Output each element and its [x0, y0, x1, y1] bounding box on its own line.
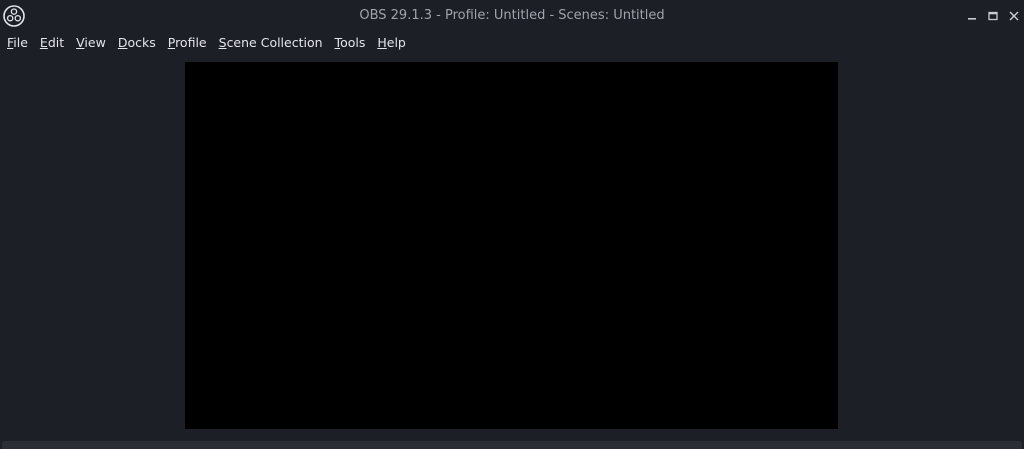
menu-tools[interactable]: Tools: [329, 32, 372, 53]
menu-label: elp: [386, 35, 406, 50]
window-title: OBS 29.1.3 - Profile: Untitled - Scenes:…: [359, 8, 665, 23]
title-bar[interactable]: OBS 29.1.3 - Profile: Untitled - Scenes:…: [0, 0, 1024, 32]
menu-mnemonic: H: [377, 35, 387, 50]
dock-splitter[interactable]: [2, 441, 1022, 449]
maximize-icon: [987, 11, 998, 21]
maximize-button[interactable]: [982, 0, 1003, 32]
menu-docks[interactable]: Docks: [112, 32, 162, 53]
menu-mnemonic: E: [39, 35, 48, 50]
menu-label: iew: [84, 35, 106, 50]
menu-edit[interactable]: Edit: [34, 32, 70, 53]
menu-label: dit: [47, 35, 65, 50]
menu-file[interactable]: File: [1, 32, 34, 53]
close-icon: [1008, 11, 1019, 21]
menu-view[interactable]: View: [70, 32, 112, 53]
obs-main-window: OBS 29.1.3 - Profile: Untitled - Scenes:…: [0, 0, 1024, 449]
main-area: [0, 53, 1024, 441]
window-controls: [961, 0, 1024, 32]
menu-mnemonic: S: [218, 35, 227, 50]
menu-mnemonic: D: [117, 35, 128, 50]
close-button[interactable]: [1003, 0, 1024, 32]
menu-help[interactable]: Help: [371, 32, 412, 53]
menu-label: ocks: [127, 35, 156, 50]
menu-profile[interactable]: Profile: [162, 32, 213, 53]
minimize-icon: [967, 18, 976, 20]
menu-label: cene Collection: [226, 35, 323, 50]
menu-scene-collection[interactable]: Scene Collection: [213, 32, 329, 53]
menu-label: rofile: [175, 35, 207, 50]
preview-display[interactable]: [185, 62, 838, 429]
menu-label: ools: [340, 35, 366, 50]
menu-mnemonic: P: [167, 35, 176, 50]
menu-label: ile: [13, 35, 28, 50]
menu-bar: File Edit View Docks Profile Scene Colle…: [0, 32, 1024, 53]
minimize-button[interactable]: [961, 0, 982, 32]
